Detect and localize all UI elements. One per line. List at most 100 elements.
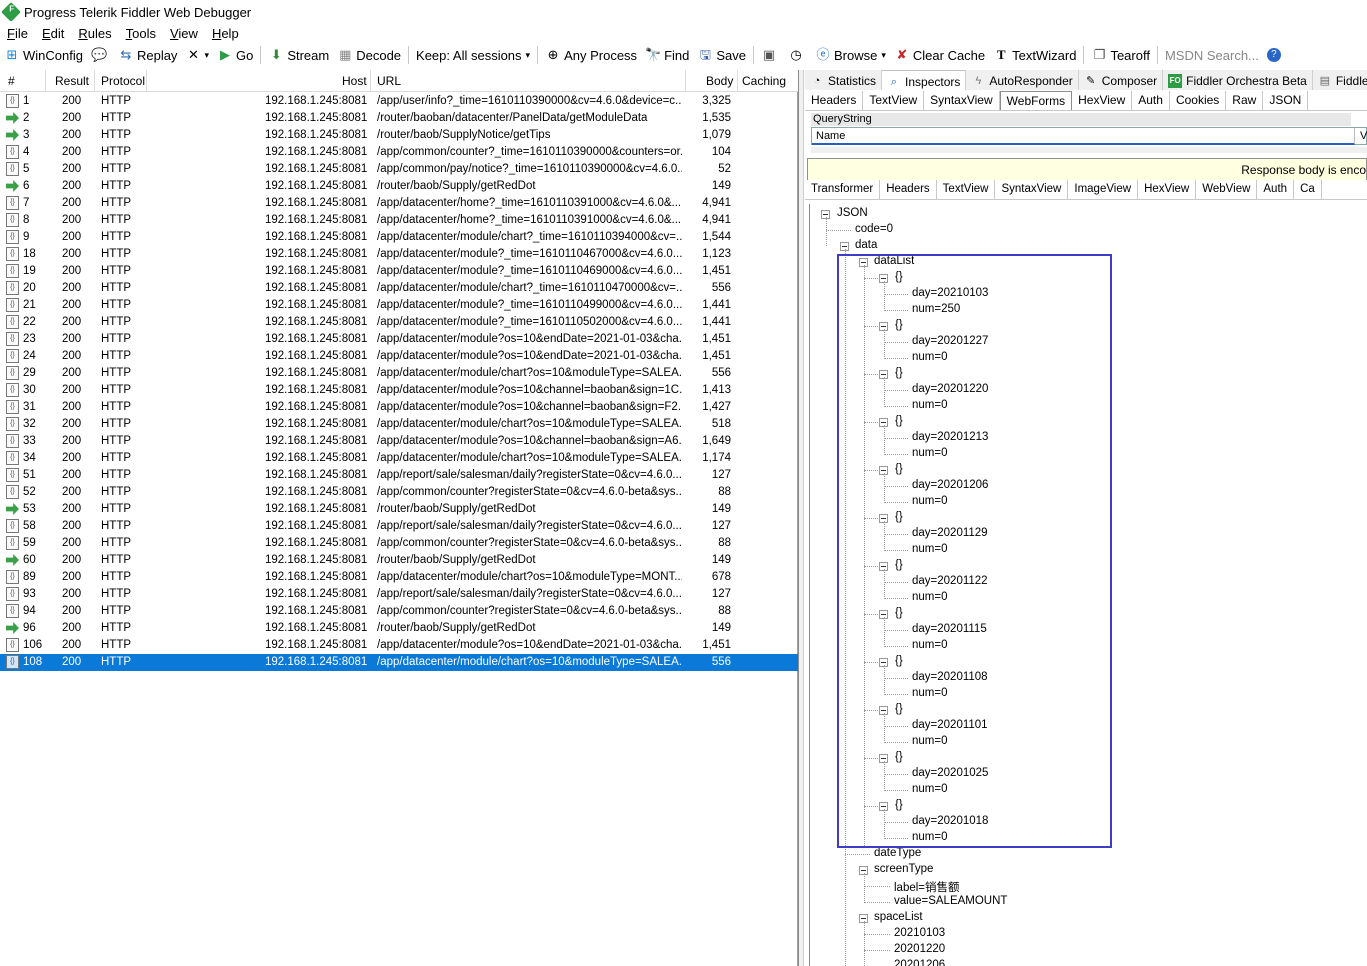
col-header-protocol[interactable]: Protocol [101,74,145,88]
querystring-grid[interactable]: Name Va [811,127,1367,145]
tab-response-caching[interactable]: Ca [1294,180,1322,199]
tree-node-datalist[interactable]: dataList [874,255,914,267]
tree-node-day[interactable]: day=20201025 [912,767,988,779]
tree-node-num[interactable]: num=0 [912,735,947,747]
tree-node-space-item[interactable]: 20201206 [894,959,945,966]
session-row[interactable]: 2 200 HTTP 192.168.1.245:8081/router/baoban… [0,110,798,127]
session-row[interactable]: {} 52 200 HTTP 192.168.1.245:8081/app/common… [0,484,798,501]
tree-node-value[interactable]: value=SALEAMOUNT [894,895,1007,907]
browse-button[interactable]: ⓔ Browse ▾ [811,44,890,66]
tree-node-num[interactable]: num=0 [912,783,947,795]
pane-splitter[interactable] [798,70,804,966]
session-row[interactable]: {} 34 200 HTTP 192.168.1.245:8081/app/datace… [0,450,798,467]
msdn-search-input[interactable]: MSDN Search... [1161,44,1263,66]
tree-node-num[interactable]: num=0 [912,543,947,555]
session-row[interactable]: {} 18 200 HTTP 192.168.1.245:8081/app/datace… [0,246,798,263]
tab-response-headers[interactable]: Headers [880,180,937,199]
tab-request-webforms[interactable]: WebForms [999,91,1073,110]
tree-node-screentype[interactable]: screenType [874,863,933,875]
textwizard-button[interactable]: T TextWizard [989,44,1080,66]
tree-node-label[interactable]: label=销售额 [894,879,960,895]
qs-name-header[interactable]: Name [812,128,1355,145]
tree-node-num[interactable]: num=0 [912,687,947,699]
tree-node-day[interactable]: day=20201018 [912,815,988,827]
menu-tools[interactable]: Tools [119,26,163,41]
help-button[interactable]: ? [1263,44,1288,66]
session-row[interactable]: {} 31 200 HTTP 192.168.1.245:8081/app/datace… [0,399,798,416]
session-row[interactable]: {} 8 200 HTTP 192.168.1.245:8081/app/datacen… [0,212,798,229]
tab-request-hexview[interactable]: HexView [1072,91,1133,110]
tree-node-object[interactable]: {} [895,703,903,715]
tree-node-num[interactable]: num=0 [912,351,947,363]
session-row[interactable]: {} 51 200 HTTP 192.168.1.245:8081/app/report… [0,467,798,484]
winconfig-button[interactable]: ⊞ WinConfig [0,44,87,66]
tab-response-webview[interactable]: WebView [1196,180,1258,199]
session-row[interactable]: {} 108 200 HTTP 192.168.1.245:8081/app/datac… [0,654,798,671]
tab-request-syntaxview[interactable]: SyntaxView [924,91,1000,110]
tree-node-space-item[interactable]: 20201220 [894,943,945,955]
tab-response-syntaxview[interactable]: SyntaxView [995,180,1069,199]
tree-node-object[interactable]: {} [895,271,903,283]
keep-sessions-dropdown[interactable]: Keep: All sessions ▾ [412,44,534,66]
tree-node-num[interactable]: num=0 [912,639,947,651]
save-button[interactable]: 🖫 Save [693,44,750,66]
tree-node-object[interactable]: {} [895,559,903,571]
tree-node-day[interactable]: day=20210103 [912,287,988,299]
session-row[interactable]: {} 32 200 HTTP 192.168.1.245:8081/app/datace… [0,416,798,433]
tree-node-json[interactable]: JSON [837,207,868,219]
tree-node-num[interactable]: num=0 [912,495,947,507]
session-row[interactable]: {} 24 200 HTTP 192.168.1.245:8081/app/datace… [0,348,798,365]
tab-fiddlerscript[interactable]: ▤FiddlerSc [1313,70,1367,90]
session-row[interactable]: {} 89 200 HTTP 192.168.1.245:8081/app/datace… [0,569,798,586]
any-process-button[interactable]: ⊕ Any Process [541,44,641,66]
tab-request-raw[interactable]: Raw [1226,91,1264,110]
tab-response-textview[interactable]: TextView [937,180,996,199]
tab-request-json[interactable]: JSON [1263,91,1309,110]
json-tree-view[interactable]: JSON code=0 data dataList {} day=20210103 num=… [809,204,1367,966]
tab-request-headers[interactable]: Headers [805,91,864,110]
go-button[interactable]: ▶ Go [213,44,257,66]
tree-node-num[interactable]: num=0 [912,447,947,459]
menu-help[interactable]: Help [205,26,246,41]
session-row[interactable]: {} 29 200 HTTP 192.168.1.245:8081/app/datace… [0,365,798,382]
menu-view[interactable]: View [163,26,205,41]
tree-node-object[interactable]: {} [895,655,903,667]
menu-file[interactable]: File [0,26,35,41]
col-header-number[interactable]: # [8,74,15,88]
tree-node-object[interactable]: {} [895,607,903,619]
col-header-body[interactable]: Body [706,74,733,88]
session-row[interactable]: {} 21 200 HTTP 192.168.1.245:8081/app/datace… [0,297,798,314]
comment-button[interactable]: 💬 [87,44,114,66]
tree-node-day[interactable]: day=20201220 [912,383,988,395]
stream-button[interactable]: ⬇ Stream [264,44,333,66]
tree-node-day[interactable]: day=20201115 [912,623,987,635]
tab-fiddler-orchestra[interactable]: FO Fiddler Orchestra Beta [1163,70,1313,90]
tab-request-cookies[interactable]: Cookies [1170,91,1227,110]
tab-response-auth[interactable]: Auth [1257,180,1295,199]
session-row[interactable]: {} 33 200 HTTP 192.168.1.245:8081/app/datace… [0,433,798,450]
tree-node-day[interactable]: day=20201129 [912,527,988,539]
decode-button[interactable]: ▦ Decode [333,44,405,66]
response-encoded-warning[interactable]: Response body is enco [807,158,1367,182]
session-row[interactable]: 53 200 HTTP 192.168.1.245:8081/router/baob/… [0,501,798,518]
tree-node-object[interactable]: {} [895,511,903,523]
tab-statistics[interactable]: ◔ Statistics [805,70,883,90]
tree-node-day[interactable]: day=20201206 [912,479,988,491]
tree-node-day[interactable]: day=20201213 [912,431,988,443]
tree-node-num[interactable]: num=0 [912,591,947,603]
session-row[interactable]: {} 1 200 HTTP 192.168.1.245:8081/app/user/in… [0,93,798,110]
menu-rules[interactable]: Rules [71,26,118,41]
replay-button[interactable]: ⇆ Replay [114,44,181,66]
session-row[interactable]: {} 9 200 HTTP 192.168.1.245:8081/app/datacen… [0,229,798,246]
session-row[interactable]: {} 93 200 HTTP 192.168.1.245:8081/app/report… [0,586,798,603]
session-row[interactable]: {} 94 200 HTTP 192.168.1.245:8081/app/common… [0,603,798,620]
session-row[interactable]: {} 22 200 HTTP 192.168.1.245:8081/app/datace… [0,314,798,331]
col-header-caching[interactable]: Caching [742,74,786,88]
tab-response-transformer[interactable]: Transformer [805,180,881,199]
tearoff-button[interactable]: ❐ Tearoff [1087,44,1154,66]
screenshot-button[interactable]: ▣ [757,44,784,66]
tab-inspectors[interactable]: ⌕ Inspectors [882,70,967,90]
find-button[interactable]: 🔭 Find [641,44,693,66]
tab-request-textview[interactable]: TextView [863,91,925,110]
tree-node-day[interactable]: day=20201108 [912,671,988,683]
